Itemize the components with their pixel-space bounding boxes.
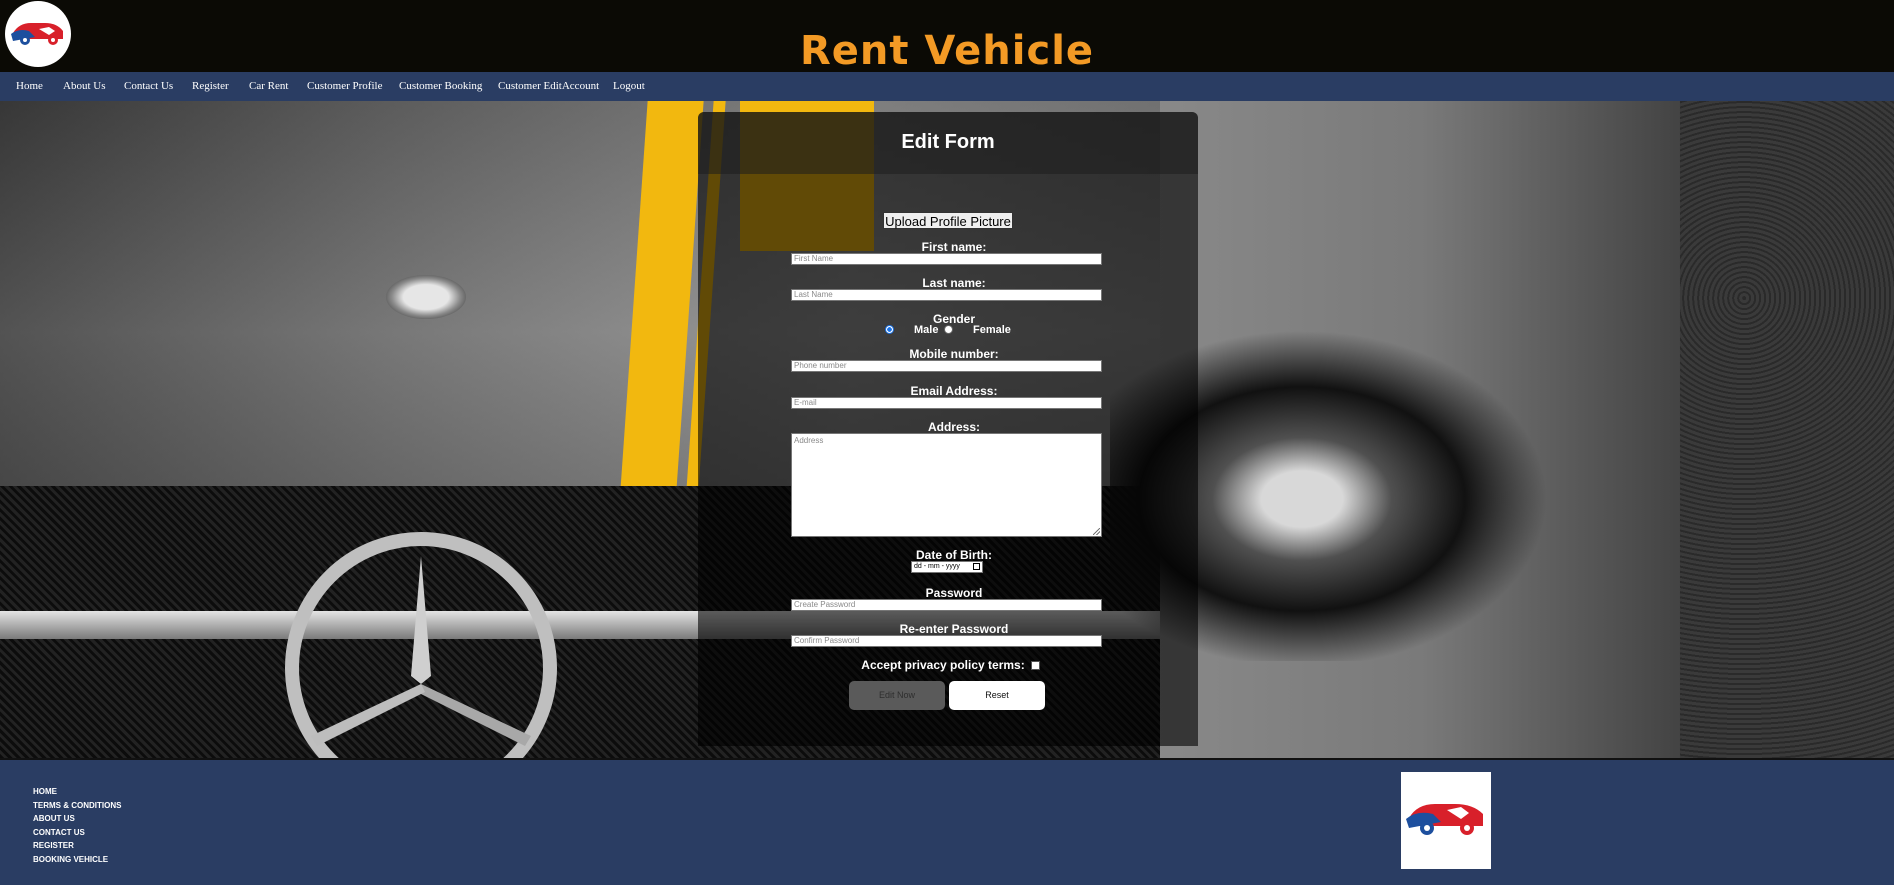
footer-link-terms[interactable]: TERMS & CONDITIONS	[33, 801, 121, 810]
footer-link-booking-vehicle[interactable]: BOOKING VEHICLE	[33, 855, 108, 864]
first-name-input[interactable]: First Name	[791, 253, 1102, 265]
footer-link-about-us[interactable]: ABOUT US	[33, 814, 75, 823]
nav-contact-us[interactable]: Contact Us	[124, 80, 173, 92]
calendar-icon[interactable]	[973, 563, 980, 570]
first-name-label: First name:	[921, 240, 987, 254]
gender-male-radio[interactable]	[885, 325, 894, 334]
footer-link-home[interactable]: HOME	[33, 787, 57, 796]
gender-female-radio[interactable]	[944, 325, 953, 334]
asphalt-ground	[1680, 101, 1894, 758]
mobile-number-input[interactable]: Phone number	[791, 360, 1102, 372]
date-of-birth-input[interactable]: dd - mm - yyyy	[911, 561, 983, 573]
address-placeholder: Address	[794, 436, 824, 445]
gender-female-label: Female	[973, 324, 1011, 336]
hood-emblem	[386, 275, 466, 319]
date-of-birth-label: Date of Birth:	[916, 548, 992, 562]
nav-customer-profile[interactable]: Customer Profile	[307, 80, 382, 92]
site-header: Rent Vehicle	[0, 0, 1894, 74]
form-title: Edit Form	[901, 131, 995, 153]
reenter-password-input[interactable]: Confirm Password	[791, 635, 1102, 647]
footer-logo	[1401, 772, 1491, 869]
star-emblem-icon	[311, 556, 531, 746]
footer-link-contact-us[interactable]: CONTACT US	[33, 828, 85, 837]
nav-car-rent[interactable]: Car Rent	[249, 80, 288, 92]
last-name-label: Last name:	[922, 276, 986, 290]
gender-label: Gender	[932, 312, 975, 326]
mobile-number-label: Mobile number:	[909, 347, 999, 361]
password-input[interactable]: Create Password	[791, 599, 1102, 611]
last-name-input[interactable]: Last Name	[791, 289, 1102, 301]
main-nav: Home About Us Contact Us Register Car Re…	[0, 72, 1894, 101]
nav-about-us[interactable]: About Us	[63, 80, 105, 92]
nav-customer-booking[interactable]: Customer Booking	[399, 80, 482, 92]
grille-star-emblem	[285, 532, 557, 758]
nav-home[interactable]: Home	[16, 80, 43, 92]
nav-register[interactable]: Register	[192, 80, 229, 92]
resize-grip-icon[interactable]	[1093, 528, 1100, 535]
reenter-password-label: Re-enter Password	[899, 622, 1009, 636]
password-label: Password	[925, 586, 983, 600]
email-address-input[interactable]: E-mail	[791, 397, 1102, 409]
form-header: Edit Form	[698, 112, 1198, 174]
date-of-birth-placeholder: dd - mm - yyyy	[914, 563, 960, 570]
privacy-policy-checkbox[interactable]	[1031, 661, 1040, 670]
gender-male-label: Male	[914, 324, 939, 336]
address-textarea[interactable]: Address	[791, 433, 1102, 537]
edit-now-button[interactable]: Edit Now	[849, 681, 945, 710]
site-footer: HOME TERMS & CONDITIONS ABOUT US CONTACT…	[0, 758, 1894, 885]
nav-logout[interactable]: Logout	[613, 80, 645, 92]
address-label: Address:	[927, 420, 980, 434]
privacy-policy-label: Accept privacy policy terms:	[861, 658, 1025, 672]
car-handshake-logo-icon	[1406, 804, 1483, 835]
site-title: Rent Vehicle	[799, 28, 1095, 74]
edit-form-panel: Edit Form Upload Profile Picture First n…	[698, 112, 1198, 746]
nav-customer-editaccount[interactable]: Customer EditAccount	[498, 80, 599, 92]
reset-button[interactable]: Reset	[949, 681, 1045, 710]
upload-profile-picture-button[interactable]: Upload Profile Picture	[883, 212, 1013, 229]
email-address-label: Email Address:	[910, 384, 998, 398]
footer-link-register[interactable]: REGISTER	[33, 841, 74, 850]
